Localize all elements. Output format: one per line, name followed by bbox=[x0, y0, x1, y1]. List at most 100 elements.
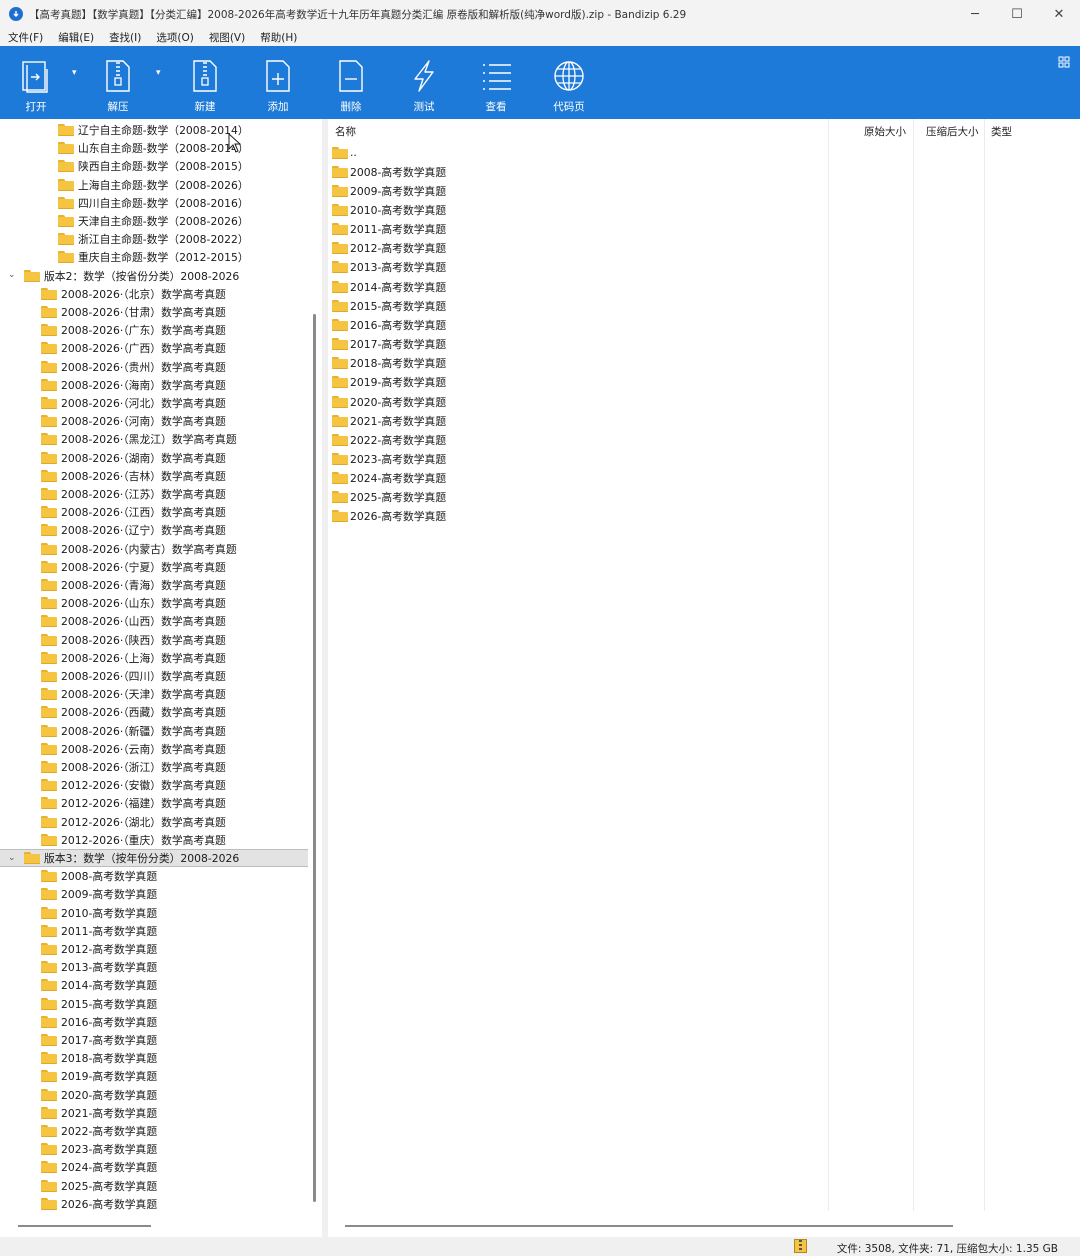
tree-item[interactable]: 2017-高考数学真题 bbox=[0, 1031, 308, 1049]
tree-item[interactable]: 2021-高考数学真题 bbox=[0, 1104, 308, 1122]
tree-item[interactable]: 2023-高考数学真题 bbox=[0, 1140, 308, 1158]
chevron-down-icon[interactable]: ⌄ bbox=[8, 270, 16, 280]
tree-item[interactable]: 山东自主命题-数学（2008-2014） bbox=[0, 139, 308, 157]
layout-toggle-icon[interactable] bbox=[1058, 56, 1070, 71]
tree-item[interactable]: 2008-2026·（辽宁）数学高考真题 bbox=[0, 521, 308, 539]
tree-item[interactable]: 2012-2026·（福建）数学高考真题 bbox=[0, 794, 308, 812]
menu-options[interactable]: 选项(O) bbox=[148, 30, 200, 45]
tree-item[interactable]: 2008-2026·（青海）数学高考真题 bbox=[0, 576, 308, 594]
list-item[interactable]: 2010-高考数学真题 bbox=[332, 201, 446, 220]
tree-item[interactable]: 2008-2026·（吉林）数学高考真题 bbox=[0, 467, 308, 485]
list-item[interactable]: 2021-高考数学真题 bbox=[332, 411, 446, 430]
tree-item[interactable]: 2011-高考数学真题 bbox=[0, 922, 308, 940]
new-archive-button[interactable]: 新建 bbox=[186, 46, 224, 119]
column-header-type[interactable]: 类型 bbox=[991, 119, 1012, 143]
tree-item[interactable]: 2016-高考数学真题 bbox=[0, 1013, 308, 1031]
list-item[interactable]: 2026-高考数学真题 bbox=[332, 507, 446, 526]
list-item[interactable]: 2025-高考数学真题 bbox=[332, 488, 446, 507]
tree-item[interactable]: 2008-2026·（四川）数学高考真题 bbox=[0, 667, 308, 685]
tree-item[interactable]: 陕西自主命题-数学（2008-2015） bbox=[0, 157, 308, 175]
list-item[interactable]: 2008-高考数学真题 bbox=[332, 162, 446, 181]
extract-dropdown-icon[interactable]: ▾ bbox=[156, 68, 161, 78]
tree-item[interactable]: 2008-2026·（黑龙江）数学高考真题 bbox=[0, 430, 308, 448]
column-header-name[interactable]: 名称 bbox=[335, 119, 356, 143]
tree-item[interactable]: 2015-高考数学真题 bbox=[0, 995, 308, 1013]
tree-item[interactable]: 上海自主命题-数学（2008-2026） bbox=[0, 176, 308, 194]
list-item[interactable]: 2023-高考数学真题 bbox=[332, 449, 446, 468]
list-item[interactable]: 2020-高考数学真题 bbox=[332, 392, 446, 411]
list-horizontal-scrollbar[interactable] bbox=[345, 1225, 953, 1227]
column-header-compressed-size[interactable]: 压缩后大小 bbox=[926, 119, 979, 143]
menu-file[interactable]: 文件(F) bbox=[0, 30, 50, 45]
tree-item[interactable]: 2008-2026·（广东）数学高考真题 bbox=[0, 321, 308, 339]
tree-item[interactable]: 2008-2026·（天津）数学高考真题 bbox=[0, 685, 308, 703]
tree-item[interactable]: 2008-2026·（海南）数学高考真题 bbox=[0, 376, 308, 394]
maximize-button[interactable]: ☐ bbox=[996, 0, 1038, 28]
tree-item[interactable]: 2008-2026·（湖南）数学高考真题 bbox=[0, 449, 308, 467]
tree-group-version3[interactable]: ⌄ 版本3：数学（按年份分类）2008-2026 bbox=[0, 849, 308, 867]
menu-edit[interactable]: 编辑(E) bbox=[50, 30, 101, 45]
list-item[interactable]: 2022-高考数学真题 bbox=[332, 430, 446, 449]
tree-item[interactable]: 2022-高考数学真题 bbox=[0, 1122, 308, 1140]
tree-vertical-scrollbar[interactable] bbox=[313, 314, 316, 1202]
tree-item[interactable]: 2012-2026·（重庆）数学高考真题 bbox=[0, 831, 308, 849]
tree-item[interactable]: 浙江自主命题-数学（2008-2022） bbox=[0, 230, 308, 248]
tree-item[interactable]: 2008-2026·（山西）数学高考真题 bbox=[0, 612, 308, 630]
tree-item[interactable]: 2008-2026·（河北）数学高考真题 bbox=[0, 394, 308, 412]
tree-item[interactable]: 2019-高考数学真题 bbox=[0, 1067, 308, 1085]
tree-item[interactable]: 2008-2026·（上海）数学高考真题 bbox=[0, 649, 308, 667]
tree-item[interactable]: 2008-2026·（宁夏）数学高考真题 bbox=[0, 558, 308, 576]
tree-item[interactable]: 2008-2026·（贵州）数学高考真题 bbox=[0, 358, 308, 376]
minimize-button[interactable]: ─ bbox=[954, 0, 996, 28]
tree-item[interactable]: 2026-高考数学真题 bbox=[0, 1195, 308, 1213]
list-item[interactable]: 2018-高考数学真题 bbox=[332, 354, 446, 373]
list-item[interactable]: 2012-高考数学真题 bbox=[332, 239, 446, 258]
list-item-parent[interactable]: .. bbox=[332, 143, 357, 162]
tree-horizontal-scrollbar[interactable] bbox=[18, 1225, 151, 1227]
tree-item[interactable]: 2012-2026·（安徽）数学高考真题 bbox=[0, 776, 308, 794]
tree-item[interactable]: 2008-2026·（云南）数学高考真题 bbox=[0, 740, 308, 758]
tree-item[interactable]: 2010-高考数学真题 bbox=[0, 904, 308, 922]
tree-item[interactable]: 2008-2026·（北京）数学高考真题 bbox=[0, 285, 308, 303]
view-button[interactable]: 查看 bbox=[478, 46, 514, 119]
close-button[interactable]: ✕ bbox=[1038, 0, 1080, 28]
extract-button[interactable]: 解压 bbox=[100, 46, 136, 119]
tree-item[interactable]: 2008-2026·（陕西）数学高考真题 bbox=[0, 631, 308, 649]
tree-item[interactable]: 2014-高考数学真题 bbox=[0, 976, 308, 994]
tree-item[interactable]: 2008-2026·（河南）数学高考真题 bbox=[0, 412, 308, 430]
tree-item[interactable]: 2008-2026·（新疆）数学高考真题 bbox=[0, 722, 308, 740]
tree-item[interactable]: 辽宁自主命题-数学（2008-2014） bbox=[0, 121, 308, 139]
menu-find[interactable]: 查找(I) bbox=[101, 30, 148, 45]
list-item[interactable]: 2014-高考数学真题 bbox=[332, 277, 446, 296]
folder-tree[interactable]: 辽宁自主命题-数学（2008-2014） 山东自主命题-数学（2008-2014）… bbox=[0, 119, 322, 1237]
list-item[interactable]: 2013-高考数学真题 bbox=[332, 258, 446, 277]
column-header-original-size[interactable]: 原始大小 bbox=[864, 119, 906, 143]
file-list[interactable]: ⌃ 名称 原始大小 压缩后大小 类型 .. 2008-高考数学真题 2009-高考… bbox=[328, 119, 1080, 1237]
tree-item[interactable]: 2008-2026·（江苏）数学高考真题 bbox=[0, 485, 308, 503]
list-item[interactable]: 2009-高考数学真题 bbox=[332, 181, 446, 200]
list-item[interactable]: 2019-高考数学真题 bbox=[332, 373, 446, 392]
tree-group-version2[interactable]: ⌄ 版本2：数学（按省份分类）2008-2026 bbox=[0, 267, 308, 285]
tree-item[interactable]: 四川自主命题-数学（2008-2016） bbox=[0, 194, 308, 212]
tree-item[interactable]: 2012-2026·（湖北）数学高考真题 bbox=[0, 813, 308, 831]
menu-view[interactable]: 视图(V) bbox=[201, 30, 252, 45]
tree-item[interactable]: 2008-2026·（广西）数学高考真题 bbox=[0, 339, 308, 357]
tree-item[interactable]: 2008-2026·（西藏）数学高考真题 bbox=[0, 703, 308, 721]
tree-item[interactable]: 2013-高考数学真题 bbox=[0, 958, 308, 976]
chevron-down-icon[interactable]: ⌄ bbox=[8, 853, 16, 863]
open-dropdown-icon[interactable]: ▾ bbox=[72, 68, 77, 78]
tree-item[interactable]: 2008-2026·（山东）数学高考真题 bbox=[0, 594, 308, 612]
codepage-button[interactable]: 代码页 bbox=[550, 46, 588, 119]
list-item[interactable]: 2017-高考数学真题 bbox=[332, 335, 446, 354]
list-item[interactable]: 2011-高考数学真题 bbox=[332, 220, 446, 239]
tree-item[interactable]: 2008-2026·（浙江）数学高考真题 bbox=[0, 758, 308, 776]
tree-item[interactable]: 2008-高考数学真题 bbox=[0, 867, 308, 885]
add-button[interactable]: 添加 bbox=[260, 46, 296, 119]
tree-item[interactable]: 2008-2026·（甘肃）数学高考真题 bbox=[0, 303, 308, 321]
tree-item[interactable]: 2020-高考数学真题 bbox=[0, 1086, 308, 1104]
tree-item[interactable]: 2025-高考数学真题 bbox=[0, 1177, 308, 1195]
tree-item[interactable]: 2008-2026·（内蒙古）数学高考真题 bbox=[0, 540, 308, 558]
list-item[interactable]: 2024-高考数学真题 bbox=[332, 469, 446, 488]
menu-help[interactable]: 帮助(H) bbox=[252, 30, 304, 45]
tree-item[interactable]: 天津自主命题-数学（2008-2026） bbox=[0, 212, 308, 230]
